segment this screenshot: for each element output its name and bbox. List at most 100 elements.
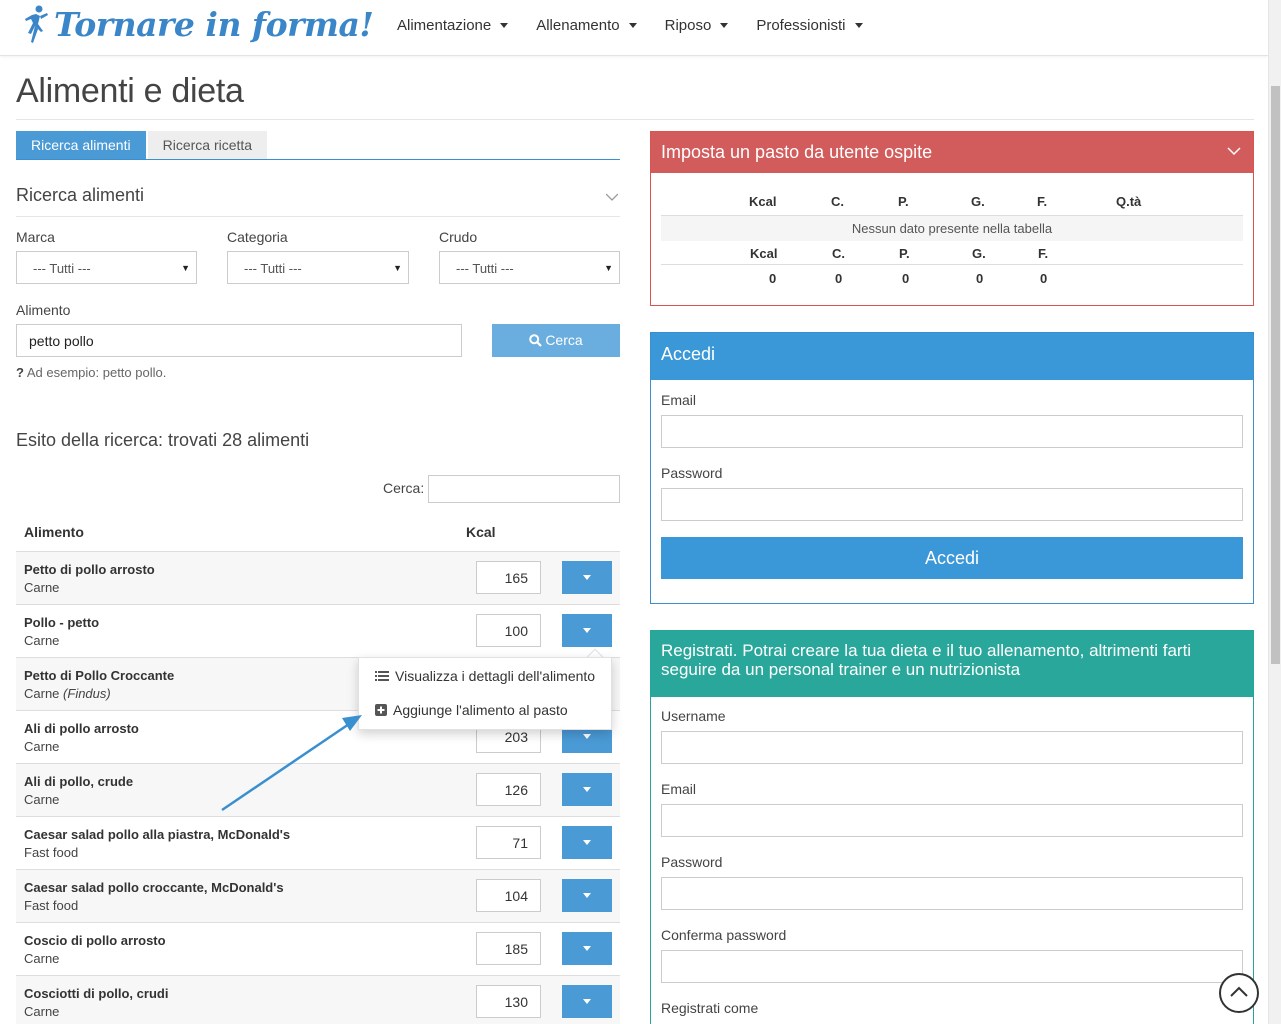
- col-carbs: C.: [831, 194, 844, 209]
- nav-label: Professionisti: [756, 17, 846, 34]
- search-section-title: Ricerca alimenti: [16, 185, 145, 205]
- food-name[interactable]: Petto di pollo arrosto: [24, 562, 155, 577]
- plus-square-icon: [375, 704, 387, 716]
- table-filter-input[interactable]: [428, 475, 620, 503]
- nav-label: Riposo: [664, 17, 712, 34]
- caret-down-icon: [583, 628, 591, 633]
- food-name[interactable]: Ali di pollo, crude: [24, 774, 133, 789]
- row-actions-dropdown-button[interactable]: [562, 985, 612, 1018]
- login-title: Accedi: [651, 333, 1253, 380]
- tab-ricerca-ricetta[interactable]: Ricerca ricetta: [147, 131, 268, 159]
- caret-down-icon: [583, 840, 591, 845]
- col-kcal: Kcal: [749, 194, 777, 209]
- scroll-to-top-button[interactable]: [1219, 973, 1259, 1013]
- login-button[interactable]: Accedi: [661, 537, 1243, 579]
- total-col-fat: G.: [972, 246, 986, 261]
- brand-name: Tornare in forma!: [54, 4, 374, 44]
- kcal-field[interactable]: 104: [476, 879, 541, 912]
- kcal-field[interactable]: 100: [476, 614, 541, 647]
- kcal-field[interactable]: 130: [476, 985, 541, 1018]
- table-row: Pollo - petto Carne 100: [16, 605, 620, 658]
- nav-item-riposo[interactable]: Riposo: [665, 17, 729, 34]
- caret-down-icon: [500, 23, 509, 28]
- crudo-select[interactable]: --- Tutti --- ▼: [439, 251, 620, 284]
- categoria-label: Categoria: [227, 229, 288, 245]
- total-col-fiber: F.: [1038, 246, 1049, 261]
- runner-logo-icon: [25, 5, 48, 43]
- scrollbar-thumb[interactable]: [1271, 86, 1280, 664]
- food-category: Fast food: [24, 845, 79, 860]
- total-col-kcal: Kcal: [750, 246, 778, 261]
- caret-down-icon: [628, 23, 637, 28]
- crudo-label: Crudo: [439, 229, 478, 245]
- select-arrow-icon: ▼: [181, 263, 190, 273]
- nav-label: Allenamento: [536, 17, 620, 34]
- categoria-select[interactable]: --- Tutti --- ▼: [227, 251, 409, 284]
- food-category: Carne: [24, 633, 60, 648]
- menu-item-label: Aggiunge l'alimento al pasto: [393, 702, 568, 718]
- menu-item-label: Visualizza i dettagli dell'alimento: [395, 668, 596, 684]
- caret-down-icon: [583, 999, 591, 1004]
- tab-ricerca-alimenti[interactable]: Ricerca alimenti: [16, 131, 146, 159]
- page-title: Alimenti e dieta: [16, 72, 244, 110]
- menu-item-add-to-meal[interactable]: Aggiunge l'alimento al pasto: [375, 702, 568, 718]
- food-name[interactable]: Cosciotti di pollo, crudi: [24, 986, 168, 1001]
- column-header-alimento[interactable]: Alimento: [24, 524, 84, 540]
- row-actions-dropdown-button[interactable]: [562, 826, 612, 859]
- register-username-label: Username: [661, 708, 726, 724]
- food-name[interactable]: Coscio di pollo arrosto: [24, 933, 166, 948]
- search-icon: [529, 334, 543, 347]
- marca-select[interactable]: --- Tutti --- ▼: [16, 251, 197, 284]
- register-role-label: Registrati come: [661, 1000, 759, 1016]
- cerca-button[interactable]: Cerca: [492, 324, 620, 357]
- table-row: Cosciotti di pollo, crudi Carne 130: [16, 976, 620, 1024]
- register-password-field[interactable]: [661, 877, 1243, 910]
- guest-meal-header[interactable]: Imposta un pasto da utente ospite: [651, 132, 1253, 173]
- crudo-value: --- Tutti ---: [456, 261, 514, 276]
- row-actions-dropdown-button[interactable]: [562, 561, 612, 594]
- alimento-search-input[interactable]: petto pollo: [16, 324, 462, 357]
- logo[interactable]: Tornare in forma!: [22, 4, 374, 44]
- caret-down-icon: [720, 23, 729, 28]
- divider: [16, 216, 620, 217]
- food-name[interactable]: Pollo - petto: [24, 615, 99, 630]
- register-email-field[interactable]: [661, 804, 1243, 837]
- col-fat: G.: [971, 194, 985, 209]
- login-password-field[interactable]: [661, 488, 1243, 521]
- search-hint: ? Ad esempio: petto pollo.: [16, 365, 166, 380]
- login-email-field[interactable]: [661, 415, 1243, 448]
- register-confirm-field[interactable]: [661, 950, 1243, 983]
- menu-item-view-details[interactable]: Visualizza i dettagli dell'alimento: [375, 668, 595, 684]
- column-header-kcal[interactable]: Kcal: [466, 524, 496, 540]
- alimento-label: Alimento: [16, 302, 71, 318]
- kcal-field[interactable]: 71: [476, 826, 541, 859]
- hint-text: Ad esempio: petto pollo.: [26, 365, 167, 380]
- row-actions-dropdown-button[interactable]: [562, 879, 612, 912]
- register-email-label: Email: [661, 781, 697, 797]
- food-name[interactable]: Caesar salad pollo croccante, McDonald's: [24, 880, 284, 895]
- register-panel: Registrati. Potrai creare la tua dieta e…: [650, 630, 1254, 1024]
- nav-item-allenamento[interactable]: Allenamento: [536, 17, 637, 34]
- divider: [661, 264, 1243, 265]
- row-actions-dropdown-button[interactable]: [562, 932, 612, 965]
- row-actions-dropdown-button[interactable]: [562, 773, 612, 806]
- nav-item-professionisti[interactable]: Professionisti: [756, 17, 863, 34]
- food-name[interactable]: Caesar salad pollo alla piastra, McDonal…: [24, 827, 290, 842]
- guest-meal-title: Imposta un pasto da utente ospite: [661, 142, 933, 162]
- kcal-field[interactable]: 126: [476, 773, 541, 806]
- kcal-field[interactable]: 165: [476, 561, 541, 594]
- total-protein: 0: [902, 271, 910, 286]
- page-scrollbar[interactable]: [1268, 0, 1281, 1024]
- food-name[interactable]: Ali di pollo arrosto: [24, 721, 139, 736]
- nav-item-alimentazione[interactable]: Alimentazione: [397, 17, 509, 34]
- table-filter-label: Cerca:: [383, 480, 425, 496]
- col-fiber: F.: [1037, 194, 1048, 209]
- table-row: Caesar salad pollo croccante, McDonald's…: [16, 870, 620, 923]
- register-username-field[interactable]: [661, 731, 1243, 764]
- chevron-down-icon[interactable]: [606, 191, 618, 203]
- food-category: Carne: [24, 580, 60, 595]
- row-actions-dropdown-button[interactable]: [562, 614, 612, 647]
- row-actions-menu: Visualizza i dettagli dell'alimento Aggi…: [358, 657, 612, 730]
- food-name[interactable]: Petto di Pollo Croccante: [24, 668, 174, 683]
- kcal-field[interactable]: 185: [476, 932, 541, 965]
